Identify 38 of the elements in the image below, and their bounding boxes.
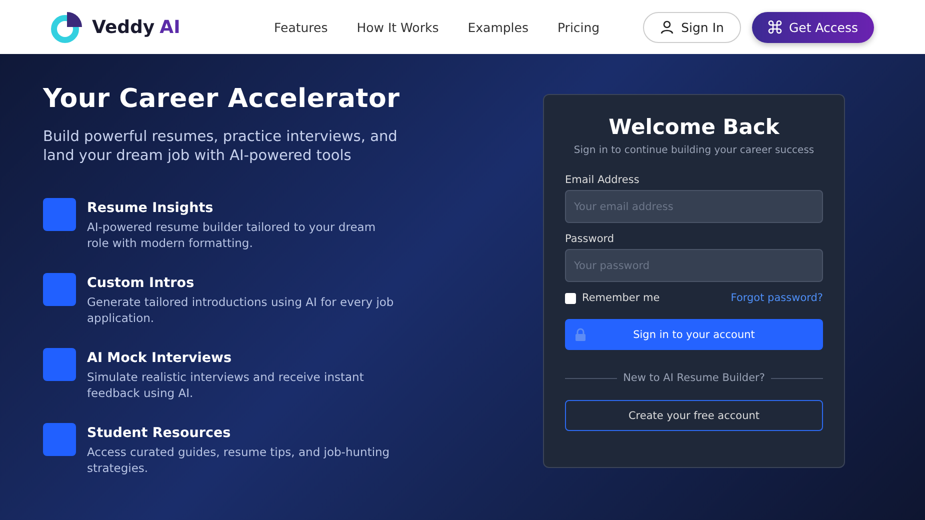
feature-icon bbox=[43, 423, 76, 456]
user-icon bbox=[660, 20, 674, 34]
sign-in-button[interactable]: Sign In bbox=[643, 12, 741, 42]
nav-link[interactable]: Examples bbox=[468, 20, 528, 34]
feature-description: Access curated guides, resume tips, and job-hunting strategies. bbox=[87, 444, 391, 476]
hero-subtitle: Build powerful resumes, practice interviews, and land your dream job with AI-powered tools bbox=[43, 128, 398, 166]
feature-icon bbox=[43, 348, 76, 381]
lock-icon bbox=[575, 328, 586, 341]
feature-icon bbox=[43, 273, 76, 306]
card-subtitle: Sign in to continue building your career success bbox=[572, 145, 816, 156]
sign-in-submit-button[interactable]: Sign in to your account bbox=[565, 319, 823, 350]
divider-text: New to AI Resume Builder? bbox=[623, 372, 765, 384]
field-label: Email Address bbox=[565, 174, 640, 186]
feature-title: Resume Insights bbox=[87, 200, 214, 216]
field-label: Password bbox=[565, 233, 616, 245]
forgot-password-link[interactable]: Forgot password? bbox=[730, 292, 823, 304]
feature-description: AI-powered resume builder tailored to your dream role with modern formatting. bbox=[87, 219, 377, 251]
feature-description: Generate tailored introductions using AI for every job application. bbox=[87, 294, 395, 326]
feature-icon bbox=[43, 198, 76, 231]
feature-description: Simulate realistic interviews and receive instant feedback using AI. bbox=[87, 369, 365, 401]
create-account-button[interactable]: Create your free account bbox=[565, 400, 823, 431]
feature-title: Custom Intros bbox=[87, 275, 196, 291]
remember-label: Remember me bbox=[582, 292, 660, 304]
nav-link[interactable]: Pricing bbox=[557, 20, 600, 34]
nav-link[interactable]: How It Works bbox=[356, 20, 439, 34]
feature-title: Student Resources bbox=[87, 425, 232, 441]
hero-title: Your Career Accelerator bbox=[43, 84, 401, 114]
logo-icon bbox=[50, 10, 84, 44]
feature-title: AI Mock Interviews bbox=[87, 350, 233, 366]
card-title: Welcome Back bbox=[608, 115, 780, 139]
brand-accent: AI bbox=[160, 16, 180, 38]
command-icon bbox=[768, 20, 782, 34]
brand-name: Veddy bbox=[92, 16, 155, 38]
nav-link[interactable]: Features bbox=[274, 20, 328, 34]
input-field[interactable]: Your email address bbox=[565, 190, 823, 223]
input-field[interactable]: Your password bbox=[565, 249, 823, 282]
get-access-button[interactable]: Get Access bbox=[752, 12, 874, 42]
checkbox[interactable] bbox=[565, 292, 576, 304]
